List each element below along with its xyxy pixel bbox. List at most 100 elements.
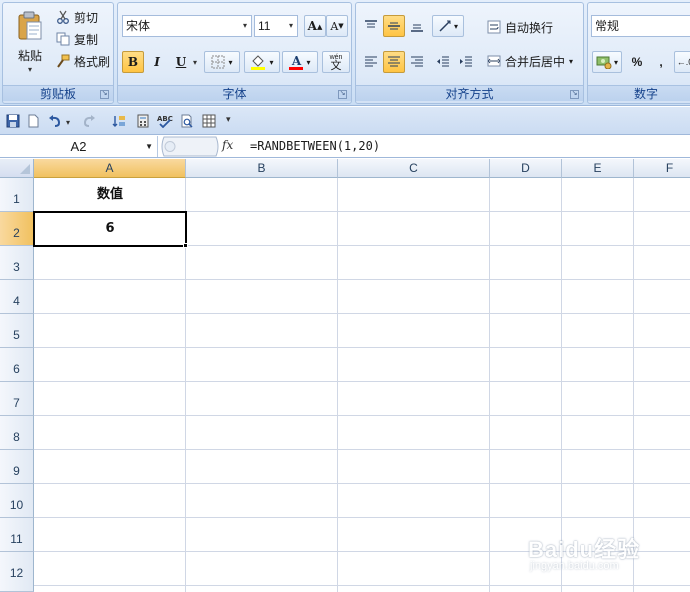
align-center-icon [388,56,400,67]
number-group: 常规 ▾ % , ←.0 数字 [587,2,690,104]
accounting-format-button[interactable]: ▾ [592,51,622,73]
row-header-7[interactable]: 7 [0,382,34,416]
insert-function-button[interactable]: fx [222,138,233,152]
percent-style-button[interactable]: % [626,51,648,73]
decrease-indent-button[interactable] [432,51,454,73]
name-box[interactable]: A2 ▼ [0,136,158,157]
redo-button[interactable] [80,112,98,130]
align-center-button[interactable] [383,51,405,73]
ribbon: 粘贴 ▾ 剪切 复制 格式刷 剪贴板 ↘ 宋体 ▾ 11 ▾ A ▲ A ▼ B… [0,0,690,106]
grow-font-icon: A [307,19,317,33]
comma-style-button[interactable]: , [650,51,672,73]
grid-line [633,178,634,592]
redo-icon [83,115,95,127]
scissors-icon [55,9,71,25]
column-header-b[interactable]: B [186,159,338,178]
number-format-select[interactable]: 常规 [591,15,690,37]
phonetic-guide-button[interactable]: wén 文 [322,51,350,73]
font-group-label: 字体 [118,85,351,101]
fill-color-button[interactable]: ▾ [244,51,280,73]
new-document-button[interactable] [24,112,42,130]
column-header-d[interactable]: D [490,159,562,178]
print-preview-button[interactable] [178,112,196,130]
align-right-button[interactable] [406,51,428,73]
grow-font-button[interactable]: A ▲ [304,15,326,37]
row-header-9[interactable]: 9 [0,450,34,484]
underline-icon: U [175,55,187,69]
bold-button[interactable]: B [122,51,144,73]
increase-decimal-button[interactable]: ←.0 [674,51,690,73]
save-button[interactable] [4,112,22,130]
italic-icon: I [154,55,160,69]
font-size-select[interactable]: 11 ▾ [254,15,298,37]
cut-button[interactable]: 剪切 [55,7,98,27]
alignment-group: ▾ 自动换行 合并后居中 ▾ 对齐方式 ↘ [355,2,584,104]
increase-decimal-icon: ←.0 [676,57,690,67]
align-middle-button[interactable] [383,15,405,37]
wrap-text-label: 自动换行 [505,20,554,35]
row-header-4[interactable]: 4 [0,280,34,314]
spelling-button[interactable]: ABC [156,112,174,130]
row-header-5[interactable]: 5 [0,314,34,348]
row-header-12[interactable]: 12 [0,552,34,592]
formula-input[interactable]: =RANDBETWEEN(1,20) [250,136,380,157]
column-header-c[interactable]: C [338,159,490,178]
column-header-a[interactable]: A [34,159,186,178]
column-header-e[interactable]: E [562,159,634,178]
chevron-down-icon: ▼ [145,142,153,151]
align-bottom-button[interactable] [406,15,428,37]
font-name-select[interactable]: 宋体 ▾ [122,15,252,37]
select-all-button[interactable] [0,159,34,178]
chevron-down-icon[interactable]: ▾ [193,58,197,67]
underline-button[interactable]: U [170,51,192,73]
formula-bar-controls: fx [160,136,242,157]
customize-toolbar-icon[interactable]: ▾ [226,114,231,125]
wrap-text-button[interactable]: 自动换行 [486,17,553,37]
borders-button[interactable]: ▾ [204,51,240,73]
sort-button[interactable] [110,112,128,130]
increase-indent-icon [460,56,472,67]
align-left-button[interactable] [360,51,382,73]
orientation-button[interactable]: ▾ [432,15,464,37]
paste-icon [18,11,42,40]
new-document-icon [28,114,39,128]
paste-button[interactable]: 粘贴 ▾ [9,7,51,81]
column-header-f[interactable]: F [634,159,690,178]
chevron-down-icon[interactable]: ▾ [66,118,70,127]
increase-indent-button[interactable] [455,51,477,73]
font-color-button[interactable]: A ▾ [282,51,318,73]
chevron-down-icon: ▾ [242,21,247,30]
row-header-1[interactable]: 1 [0,178,34,212]
active-cell-border [33,211,187,247]
dialog-launcher-icon[interactable]: ↘ [570,90,579,99]
row-header-6[interactable]: 6 [0,348,34,382]
borders-grid-button[interactable] [200,112,218,130]
merge-center-label: 合并后居中 [505,54,566,69]
row-header-8[interactable]: 8 [0,416,34,450]
copy-button[interactable]: 复制 [55,29,98,49]
chevron-down-icon: ▾ [27,65,32,74]
merge-center-button[interactable]: 合并后居中 ▾ [486,51,573,71]
row-header-3[interactable]: 3 [0,246,34,280]
align-top-button[interactable] [360,15,382,37]
dialog-launcher-icon[interactable]: ↘ [338,90,347,99]
calculator-button[interactable] [134,112,152,130]
splitter-handle-icon[interactable] [160,136,220,157]
shrink-font-button[interactable]: A ▼ [326,15,348,37]
fill-handle[interactable] [183,243,188,248]
format-painter-button[interactable]: 格式刷 [55,51,110,71]
alignment-group-label: 对齐方式 [356,85,583,101]
floppy-disk-icon [6,114,20,128]
dialog-launcher-icon[interactable]: ↘ [100,90,109,99]
align-bottom-icon [411,24,423,32]
undo-button[interactable] [46,112,64,130]
grid-line [337,178,338,592]
align-top-icon [365,20,377,28]
row-header-10[interactable]: 10 [0,484,34,518]
comma-icon: , [659,55,663,69]
row-header-2[interactable]: 2 [0,212,34,246]
cell-a1[interactable]: 数值 [34,178,186,212]
italic-button[interactable]: I [146,51,168,73]
shrink-font-icon: A [330,19,339,33]
row-header-11[interactable]: 11 [0,518,34,552]
